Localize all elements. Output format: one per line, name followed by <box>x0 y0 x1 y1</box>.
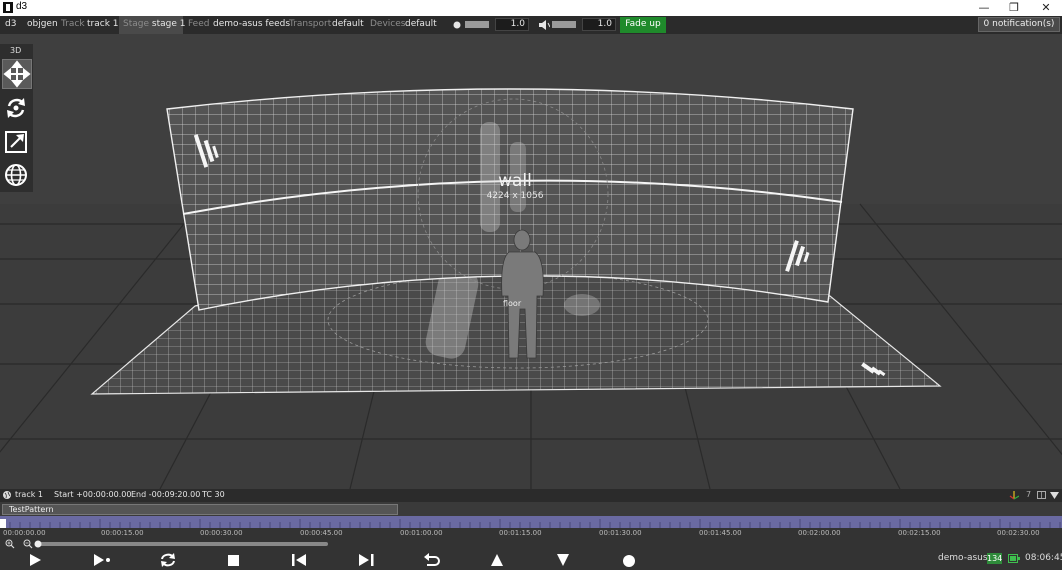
timecode-label: 00:01:45.00 <box>699 529 742 537</box>
timecode-label: 00:00:15.00 <box>101 529 144 537</box>
notifications-button[interactable]: 0 notification(s) <box>978 17 1060 32</box>
previous-section-icon[interactable] <box>288 551 312 569</box>
timecode-label: 00:01:00.00 <box>400 529 443 537</box>
d3-logo-icon <box>3 2 13 13</box>
brightness-icon <box>453 21 461 29</box>
return-icon[interactable] <box>420 551 444 569</box>
wall-name-label: wall <box>498 171 532 191</box>
stage-label: Stage <box>123 19 150 29</box>
collapse-down-icon[interactable] <box>1050 491 1059 499</box>
transport-menu[interactable]: default <box>332 16 364 34</box>
track-info-bar: track 1 Start +00:00:00.00 End -00:09:20… <box>0 489 1062 502</box>
timecode-label: 00:01:30.00 <box>599 529 642 537</box>
restore-button[interactable]: ❐ <box>1000 0 1028 16</box>
stage-3d-viewport[interactable]: wall 4224 x 1056 floor <box>0 34 1062 489</box>
zoom-slider[interactable] <box>38 542 328 546</box>
floor-name-label: floor <box>503 299 522 308</box>
battery-icon <box>1008 554 1020 563</box>
fps-counter: 134 <box>987 553 1003 564</box>
triangle-down-icon[interactable] <box>551 551 575 569</box>
minimize-button[interactable]: — <box>970 0 998 16</box>
play-icon[interactable] <box>24 551 48 569</box>
feed-menu[interactable]: demo-asus feeds <box>213 16 290 34</box>
transport-controls: demo-asus 134 08:06:45 <box>0 549 1062 570</box>
stage-menu[interactable]: Stage stage 1 <box>119 16 186 34</box>
wall-resolution-label: 4224 x 1056 <box>486 191 544 201</box>
top-menu-bar: d3 objgen Track track 1 Stage stage 1 Fe… <box>0 16 1062 34</box>
timecode-label: 00:00:45.00 <box>300 529 343 537</box>
track-start: Start +00:00:00.00 <box>54 490 132 499</box>
zoom-out-icon[interactable] <box>23 539 33 549</box>
timecode-label: 00:00:30.00 <box>200 529 243 537</box>
feed-label: Feed <box>188 19 210 29</box>
window-title: d3 <box>16 1 28 12</box>
timecode-ruler: 00:00:00.00 00:00:15.00 00:00:30.00 00:0… <box>0 528 1062 538</box>
layer-row: TestPattern <box>0 503 1062 515</box>
d3-application: d3 — ❐ ✕ d3 objgen Track track 1 Stage s… <box>0 0 1062 570</box>
machine-name: demo-asus <box>938 553 988 563</box>
track-name[interactable]: track 1 <box>15 490 43 499</box>
volume-value[interactable]: 1.0 <box>582 18 616 31</box>
scale-icon <box>5 131 27 153</box>
3d-tool-palette: 3D <box>0 44 33 192</box>
layer-testpattern[interactable]: TestPattern <box>2 504 398 515</box>
globe-tool-button[interactable] <box>2 161 32 191</box>
track-menu[interactable]: track 1 <box>87 16 119 34</box>
move-arrows-icon <box>3 60 31 88</box>
zoom-in-icon[interactable] <box>5 539 15 549</box>
timecode-label: 00:02:00.00 <box>798 529 841 537</box>
brightness-value[interactable]: 1.0 <box>495 18 529 31</box>
project-menu[interactable]: objgen <box>27 16 58 34</box>
scale-tool-button[interactable] <box>2 128 32 158</box>
timecode-label: 00:02:15.00 <box>898 529 941 537</box>
devices-menu[interactable]: default <box>405 16 437 34</box>
zoom-slider-handle[interactable] <box>34 540 42 548</box>
timeline-bar[interactable] <box>0 516 1062 531</box>
timecode-label: 00:01:15.00 <box>499 529 542 537</box>
triangle-up-icon[interactable] <box>485 551 509 569</box>
track-globe-icon <box>3 491 11 499</box>
rotate-icon <box>7 98 25 118</box>
app-menu[interactable]: d3 <box>5 16 16 34</box>
stage-value: stage 1 <box>151 19 186 29</box>
brightness-slider[interactable] <box>465 21 489 28</box>
play-to-end-icon[interactable] <box>90 551 114 569</box>
grid-toggle-icon[interactable] <box>1037 491 1046 499</box>
mode-label: 3D <box>10 46 22 55</box>
globe-icon <box>5 164 27 186</box>
axis-gizmo-icon <box>1009 491 1019 500</box>
layer-counter: 7 <box>1026 490 1032 499</box>
volume-slider[interactable] <box>552 21 576 28</box>
next-section-icon[interactable] <box>354 551 378 569</box>
devices-label: Devices <box>370 19 406 29</box>
system-clock: 08:06:45 <box>1025 553 1062 563</box>
rotate-tool-button[interactable] <box>2 94 32 124</box>
volume-icon <box>539 20 550 30</box>
fade-up-button[interactable]: Fade up <box>620 17 666 33</box>
timeline-zoom-row <box>0 538 1062 549</box>
window-titlebar: d3 — ❐ ✕ <box>0 0 1062 16</box>
track-label: Track <box>61 19 85 29</box>
timecode-label: 00:00:00.00 <box>3 529 46 537</box>
timecode-label: 00:02:30.00 <box>997 529 1040 537</box>
stage-scene <box>0 88 1062 489</box>
track-timecode: TC 30 <box>202 490 225 499</box>
transport-label: Transport <box>289 19 332 29</box>
loop-icon[interactable] <box>156 551 180 569</box>
stop-icon[interactable] <box>222 551 246 569</box>
move-tool-button[interactable] <box>2 59 32 89</box>
track-end: End -00:09:20.00 <box>131 490 201 499</box>
record-icon[interactable] <box>617 551 641 569</box>
close-button[interactable]: ✕ <box>1032 0 1060 16</box>
